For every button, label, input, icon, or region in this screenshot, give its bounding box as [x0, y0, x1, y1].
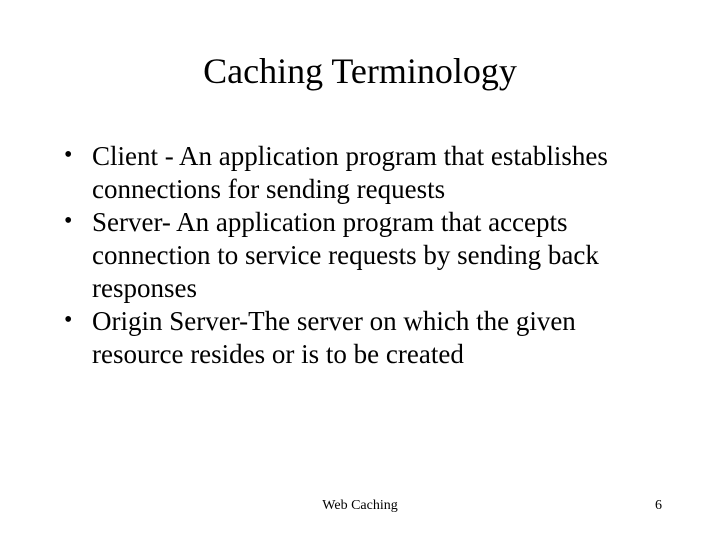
- list-item: Server- An application program that acce…: [64, 206, 664, 305]
- list-item: Origin Server-The server on which the gi…: [64, 305, 664, 371]
- footer-label: Web Caching: [0, 498, 720, 514]
- slide: Caching Terminology Client - An applicat…: [0, 0, 720, 540]
- bullet-list: Client - An application program that est…: [64, 140, 664, 371]
- list-item: Client - An application program that est…: [64, 140, 664, 206]
- slide-title: Caching Terminology: [56, 50, 664, 92]
- page-number: 6: [655, 498, 662, 514]
